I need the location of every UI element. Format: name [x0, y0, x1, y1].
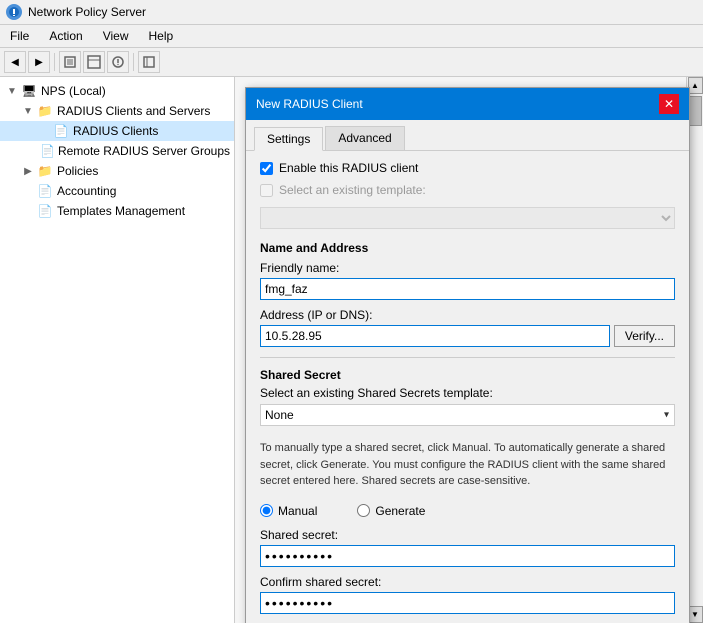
address-label: Address (IP or DNS):: [260, 308, 675, 322]
template-select-row: [260, 207, 675, 229]
tree-remote-radius[interactable]: 📄 Remote RADIUS Server Groups: [0, 141, 234, 161]
radio-manual-option: Manual: [260, 504, 317, 518]
shared-secret-label: Shared secret:: [260, 528, 675, 542]
main-area: ▼ 🖥 NPS (Local) ▼ 📁 RADIUS Clients and S…: [0, 77, 703, 623]
radio-generate-label: Generate: [375, 504, 425, 518]
select-template-checkbox[interactable]: [260, 184, 273, 197]
shared-secret-group: Shared secret:: [260, 528, 675, 567]
toolbar-btn-1[interactable]: [59, 51, 81, 73]
dialog-content: Enable this RADIUS client Select an exis…: [246, 151, 689, 623]
dialog-close-button[interactable]: ✕: [659, 94, 679, 114]
toolbar-sep-1: [54, 53, 55, 71]
dialog-title-bar: New RADIUS Client ✕: [246, 88, 689, 120]
new-radius-client-dialog: New RADIUS Client ✕ Settings Advanced En…: [245, 87, 690, 623]
templates-icon: 📄: [36, 203, 54, 219]
title-bar: Network Policy Server: [0, 0, 703, 25]
radio-row: Manual Generate: [260, 504, 675, 518]
tab-settings[interactable]: Settings: [254, 127, 323, 151]
rc-icon: 📄: [52, 123, 70, 139]
shared-secret-input[interactable]: [260, 545, 675, 567]
right-panel: ▲ ▼ New RADIUS Client ✕ Settings Advance…: [235, 77, 703, 623]
dialog-title: New RADIUS Client: [256, 97, 363, 111]
toolbar-btn-2[interactable]: [83, 51, 105, 73]
tree-nps-local[interactable]: ▼ 🖥 NPS (Local): [0, 81, 234, 101]
confirm-secret-input[interactable]: [260, 592, 675, 614]
friendly-name-label: Friendly name:: [260, 261, 675, 275]
toolbar-back[interactable]: ◀: [4, 51, 26, 73]
confirm-secret-label: Confirm shared secret:: [260, 575, 675, 589]
accounting-icon: 📄: [36, 183, 54, 199]
app-title: Network Policy Server: [28, 5, 146, 19]
menu-view[interactable]: View: [97, 27, 135, 45]
menu-action[interactable]: Action: [43, 27, 88, 45]
tree-accounting[interactable]: 📄 Accounting: [0, 181, 234, 201]
menu-file[interactable]: File: [4, 27, 35, 45]
template-dropdown[interactable]: [260, 207, 675, 229]
tree-policies[interactable]: ▶ 📁 Policies: [0, 161, 234, 181]
friendly-name-input[interactable]: [260, 278, 675, 300]
rcs-icon: 📁: [36, 103, 54, 119]
enable-checkbox-row: Enable this RADIUS client: [260, 161, 675, 175]
confirm-secret-group: Confirm shared secret:: [260, 575, 675, 614]
toolbar: ◀ ▶: [0, 48, 703, 77]
shared-secret-sublabel: Select an existing Shared Secrets templa…: [260, 386, 675, 400]
template-checkbox-row: Select an existing template:: [260, 183, 675, 197]
shared-secrets-template-select[interactable]: None: [260, 404, 675, 426]
tree-panel: ▼ 🖥 NPS (Local) ▼ 📁 RADIUS Clients and S…: [0, 77, 235, 623]
tree-radius-clients-servers[interactable]: ▼ 📁 RADIUS Clients and Servers: [0, 101, 234, 121]
radio-manual-label: Manual: [278, 504, 317, 518]
shared-secret-info-text: To manually type a shared secret, click …: [260, 436, 675, 494]
radio-generate[interactable]: [357, 504, 370, 517]
shared-secret-section-title: Shared Secret: [260, 368, 675, 382]
shared-secrets-template-wrapper: None: [260, 404, 675, 426]
policies-icon: 📁: [36, 163, 54, 179]
enable-client-checkbox[interactable]: [260, 162, 273, 175]
toolbar-forward[interactable]: ▶: [28, 51, 50, 73]
friendly-name-group: Friendly name:: [260, 261, 675, 300]
tree-templates[interactable]: 📄 Templates Management: [0, 201, 234, 221]
toolbar-sep-2: [133, 53, 134, 71]
tab-advanced[interactable]: Advanced: [325, 126, 404, 150]
address-row: Verify...: [260, 325, 675, 347]
address-group: Address (IP or DNS): Verify...: [260, 308, 675, 347]
rr-icon: 📄: [40, 143, 55, 159]
radio-manual[interactable]: [260, 504, 273, 517]
expand-icon-pol: ▶: [20, 166, 36, 177]
expand-icon-rcs: ▼: [20, 106, 36, 117]
divider-1: [260, 357, 675, 358]
nps-icon: 🖥: [20, 83, 38, 99]
app-icon: [6, 4, 22, 20]
toolbar-btn-4[interactable]: [138, 51, 160, 73]
menu-bar: File Action View Help: [0, 25, 703, 48]
tree-radius-clients[interactable]: 📄 RADIUS Clients: [0, 121, 234, 141]
verify-button[interactable]: Verify...: [614, 325, 675, 347]
scroll-thumb[interactable]: [689, 96, 702, 126]
expand-icon-nps: ▼: [4, 86, 20, 97]
address-input[interactable]: [260, 325, 610, 347]
radio-generate-option: Generate: [357, 504, 425, 518]
tab-bar: Settings Advanced: [246, 120, 689, 151]
toolbar-btn-3[interactable]: [107, 51, 129, 73]
name-address-section-title: Name and Address: [260, 241, 675, 255]
enable-client-label: Enable this RADIUS client: [279, 161, 418, 175]
menu-help[interactable]: Help: [143, 27, 180, 45]
select-template-label: Select an existing template:: [279, 183, 426, 197]
